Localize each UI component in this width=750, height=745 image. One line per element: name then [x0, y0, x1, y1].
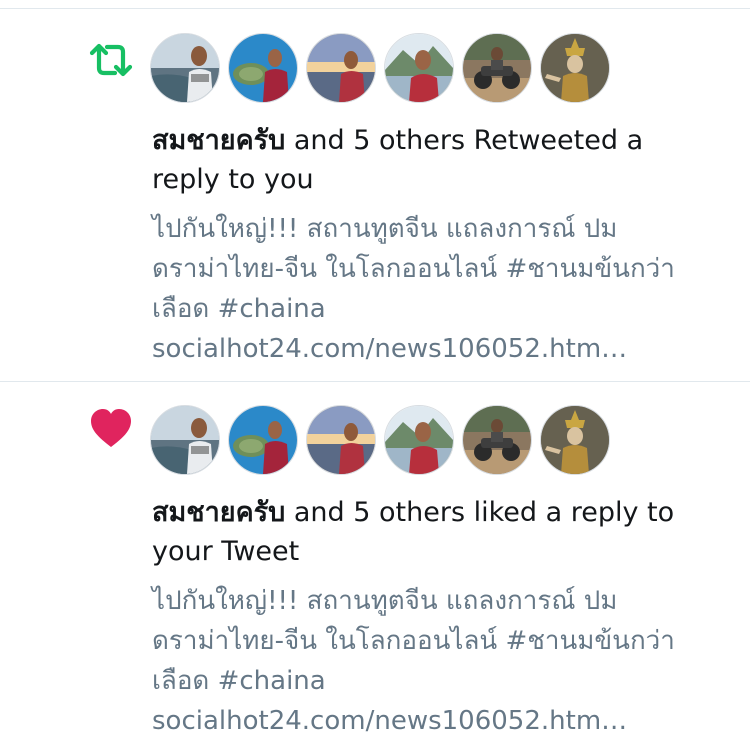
avatar-mountain-man[interactable] — [384, 405, 454, 475]
tweet-line: ไปกันใหญ่!!! สถานทูตจีน แถลงการณ์ ปม — [152, 586, 618, 616]
avatar-atv-rider[interactable] — [462, 33, 532, 103]
tweet-link[interactable]: socialhot24.com/news106052.htm… — [152, 329, 722, 369]
avatar-turtle-man[interactable] — [228, 405, 298, 475]
retweet-icon — [88, 37, 134, 83]
tweet-text: ไปกันใหญ่!!! สถานทูตจีน แถลงการณ์ ปม ดรา… — [152, 581, 722, 741]
avatar-turtle-man[interactable] — [228, 33, 298, 103]
avatar-mountain-man[interactable] — [384, 33, 454, 103]
actor-name[interactable]: สมชายครับ — [152, 125, 285, 156]
tweet-line: ไปกันใหญ่!!! สถานทูตจีน แถลงการณ์ ปม — [152, 214, 618, 244]
tweet-line: ดราม่าไทย-จีน ในโลกออนไลน์ #ชานมข้นกว่า — [152, 254, 675, 284]
avatar-thai-dancer[interactable] — [540, 405, 610, 475]
notifications-timeline: สมชายครับ and 5 others Retweeted a reply… — [0, 0, 750, 745]
notification-headline: สมชายครับ and 5 others Retweeted a reply… — [152, 121, 712, 199]
avatar-sea-man[interactable] — [150, 33, 220, 103]
tweet-text: ไปกันใหญ่!!! สถานทูตจีน แถลงการณ์ ปม ดรา… — [152, 209, 722, 369]
heart-icon — [88, 406, 134, 452]
actor-name[interactable]: สมชายครับ — [152, 497, 285, 528]
avatar-atv-rider[interactable] — [462, 405, 532, 475]
tweet-line: เลือด #chaina — [152, 294, 326, 324]
tweet-line: ดราม่าไทย-จีน ในโลกออนไลน์ #ชานมข้นกว่า — [152, 626, 675, 656]
avatar-sunset-man[interactable] — [306, 33, 376, 103]
avatar-thai-dancer[interactable] — [540, 33, 610, 103]
tweet-link[interactable]: socialhot24.com/news106052.htm… — [152, 701, 722, 741]
avatar-sunset-man[interactable] — [306, 405, 376, 475]
notification-like[interactable]: สมชายครับ and 5 others liked a reply to … — [0, 382, 750, 745]
tweet-line: เลือด #chaina — [152, 666, 326, 696]
notification-headline: สมชายครับ and 5 others liked a reply to … — [152, 493, 712, 571]
avatar-sea-man[interactable] — [150, 405, 220, 475]
notification-retweet[interactable]: สมชายครับ and 5 others Retweeted a reply… — [0, 9, 750, 381]
